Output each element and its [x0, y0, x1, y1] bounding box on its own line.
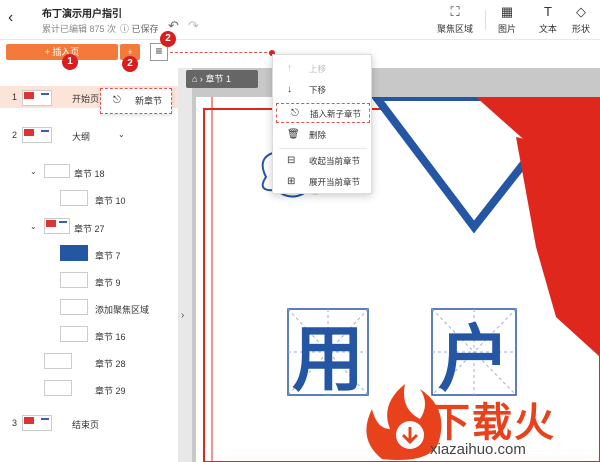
sidebar-item-label: 章节 27: [74, 224, 105, 234]
chapter-thumbnail[interactable]: [44, 218, 70, 234]
chapter-thumbnail[interactable]: [44, 353, 72, 369]
breadcrumb[interactable]: ⌂ › 章节 1: [186, 70, 258, 88]
chevron-down-icon[interactable]: ⌄: [118, 130, 125, 139]
save-status: ⓘ 已保存: [120, 24, 159, 34]
step-badge-2: 2: [122, 56, 138, 72]
menu-item-label: 上移: [309, 64, 327, 74]
sidebar-item-label: 章节 16: [95, 332, 126, 342]
chapter-thumbnail[interactable]: [60, 245, 88, 261]
page-number: 3: [12, 418, 18, 428]
arrow-down-icon: ↓: [287, 84, 292, 95]
sidebar-item-label: 结束页: [72, 420, 100, 430]
shape-label: 形状: [572, 24, 591, 34]
breadcrumb-label: 章节 1: [205, 74, 231, 84]
sidebar-item-label: 章节 29: [95, 386, 126, 396]
sidebar-item-label: 添加聚焦区域: [95, 305, 150, 315]
chevron-down-icon[interactable]: ⌄: [30, 222, 37, 231]
chapter-thumbnail[interactable]: [60, 190, 88, 206]
start-page-thumbnail[interactable]: [22, 90, 52, 106]
move-down-item[interactable]: ↓ 下移: [273, 80, 373, 100]
annotation-connector: [170, 52, 272, 53]
move-up-item[interactable]: ↑ 上移: [273, 59, 373, 79]
menu-item-label: 收起当前章节: [309, 156, 361, 166]
context-menu: ↑ 上移 ↓ 下移 ⎋ 插入新子章节 🗑 删除 ⊟ 收起当前章节 ⊞ 展开当前章节: [272, 54, 372, 194]
outline-thumbnail[interactable]: [22, 127, 52, 143]
image-icon: ▦: [500, 4, 514, 19]
chapter-thumbnail[interactable]: [60, 272, 88, 288]
chapter-thumbnail[interactable]: [60, 299, 88, 315]
text-label: 文本: [539, 24, 558, 34]
insert-sub-chapter-item[interactable]: ⎋ 插入新子章节: [276, 103, 370, 123]
image-label: 图片: [498, 24, 517, 34]
step-badge-2-menu: 2: [160, 31, 176, 47]
chapter-thumbnail[interactable]: [60, 326, 88, 342]
menu-item-label: 下移: [309, 85, 327, 95]
chapter-node-icon: ⎋: [291, 108, 299, 119]
chapter-node-icon: ⎋: [113, 95, 121, 106]
sidebar-item-label: 开始页: [72, 94, 100, 104]
back-arrow-icon[interactable]: ‹: [8, 8, 28, 28]
image-button[interactable]: ▦ 图片: [498, 4, 516, 35]
sidebar-item-label: 章节 10: [95, 196, 126, 206]
menu-divider: [279, 148, 367, 149]
watermark-url: xiazaihuo.com: [430, 441, 526, 458]
chevron-down-icon[interactable]: ⌄: [30, 167, 37, 176]
focus-area-label: 聚焦区域: [437, 24, 474, 34]
menu-item-label: 删除: [309, 130, 327, 140]
watermark-text: 下载火: [430, 400, 556, 446]
sidebar-item-label: 章节 9: [95, 278, 121, 288]
sidebar-scrollbar[interactable]: [178, 68, 192, 462]
chapter-thumbnail[interactable]: [44, 164, 70, 178]
slide-char-1: 用: [292, 317, 364, 401]
end-page-thumbnail[interactable]: [22, 415, 52, 431]
minus-box-icon: ⊟: [287, 155, 296, 166]
page-number: 1: [12, 92, 18, 102]
menu-item-label: 插入新子章节: [310, 109, 362, 119]
trash-icon: 🗑: [287, 129, 300, 140]
save-status-label: 已保存: [131, 24, 159, 34]
text-icon: T: [544, 4, 552, 19]
shape-icon: ◇: [576, 4, 586, 19]
edit-count: 累计已编辑 875 次: [42, 24, 117, 34]
slide-char-2: 户: [438, 317, 510, 401]
sidebar-item-label: 章节 7: [95, 251, 121, 261]
red-scarf-tail: [516, 137, 600, 357]
focus-icon: ⛶: [450, 4, 460, 19]
chevron-right-icon[interactable]: ›: [181, 310, 184, 321]
new-chapter-label: 新章节: [135, 96, 163, 106]
redo-icon[interactable]: ↷: [188, 18, 199, 34]
document-title: 布丁演示用户指引: [42, 9, 122, 20]
collapse-chapter-item[interactable]: ⊟ 收起当前章节: [273, 151, 373, 171]
shape-button[interactable]: ◇ 形状: [572, 4, 590, 35]
focus-area-button[interactable]: ⛶ 聚焦区域: [437, 4, 473, 35]
expand-chapter-item[interactable]: ⊞ 展开当前章节: [273, 172, 373, 192]
arrow-up-icon: ↑: [287, 63, 292, 74]
top-bar: ‹ 布丁演示用户指引 累计已编辑 875 次 ⓘ 已保存 ↶ ↷ ⛶ 聚焦区域 …: [0, 0, 600, 40]
toolbar-divider: [485, 10, 486, 30]
text-button[interactable]: T 文本: [539, 4, 557, 35]
new-chapter-option[interactable]: ⎋ 新章节: [100, 88, 172, 114]
menu-item-label: 展开当前章节: [309, 177, 361, 187]
step-badge-1: 1: [62, 54, 78, 70]
page-number: 2: [12, 130, 18, 140]
delete-item[interactable]: 🗑 删除: [273, 125, 373, 145]
plus-box-icon: ⊞: [287, 176, 296, 187]
sidebar-item-label: 章节 18: [74, 169, 105, 179]
sidebar-item-label: 大纲: [72, 132, 91, 142]
chapter-thumbnail[interactable]: [44, 380, 72, 396]
sidebar-item-label: 章节 28: [95, 359, 126, 369]
